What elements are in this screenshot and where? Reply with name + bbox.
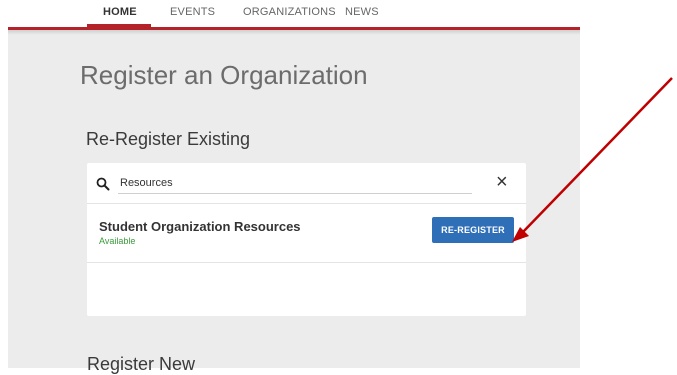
annotation-arrow-icon <box>512 77 673 242</box>
